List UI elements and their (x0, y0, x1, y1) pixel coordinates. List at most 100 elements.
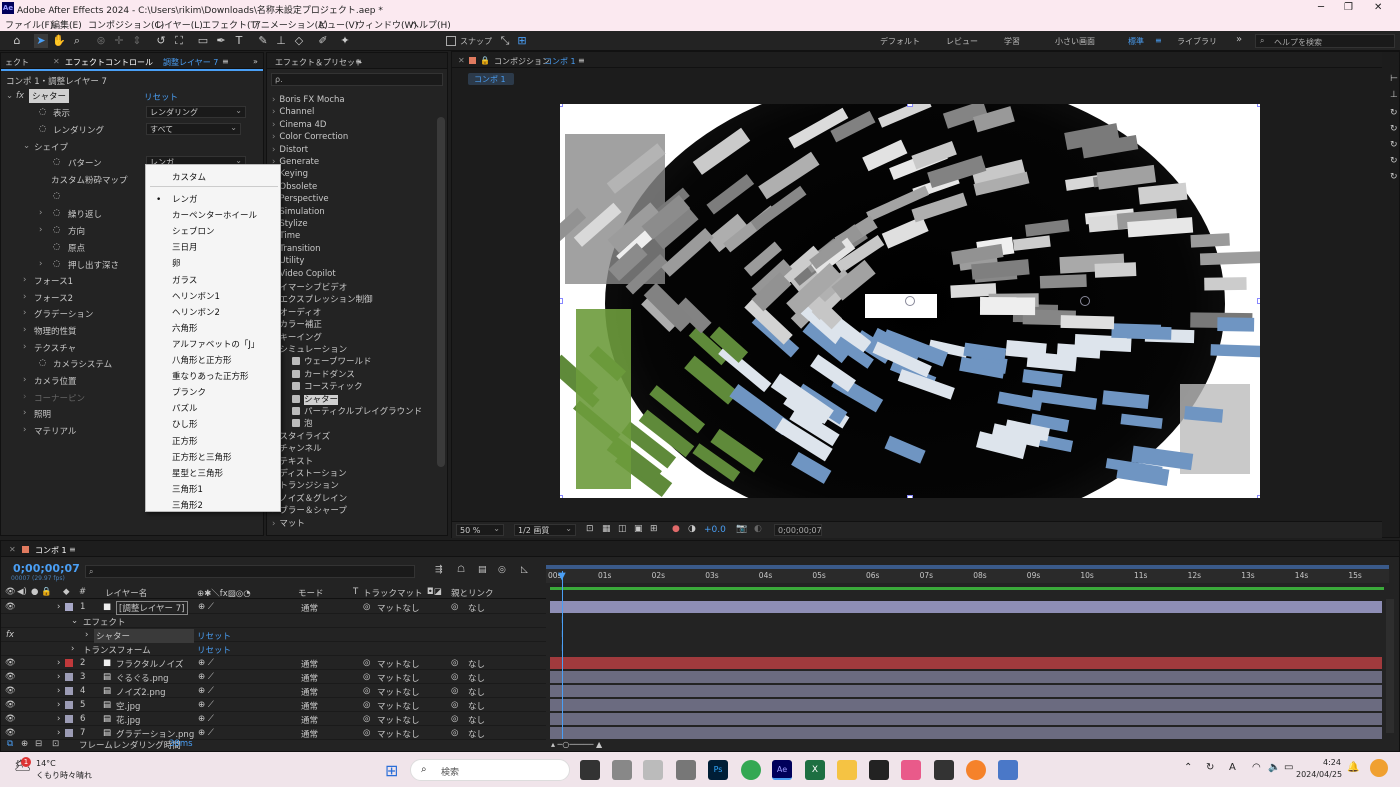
parent-dropdown[interactable]: なし (468, 714, 485, 726)
panel-menu-icon[interactable]: ≡ (222, 57, 229, 66)
effect-shatter-row[interactable]: fx › シャター リセット (1, 628, 546, 643)
track-matte-dropdown[interactable]: マットなし (377, 672, 420, 684)
expand-arrow-icon[interactable]: ⌄ (71, 616, 78, 626)
panel-menu-icon[interactable]: ≡ (578, 56, 585, 65)
mode-dropdown[interactable]: 通常 (301, 714, 318, 726)
layer-duration-bar[interactable] (550, 713, 1382, 725)
scrollbar[interactable] (437, 117, 445, 467)
visibility-eye-icon[interactable]: 👁 (5, 658, 16, 668)
menu-effect[interactable]: エフェクト(T) (202, 18, 260, 31)
sticky-notes-icon[interactable] (580, 760, 600, 780)
rectangle-tool-icon[interactable]: ▭ (196, 34, 210, 48)
pattern-option[interactable]: 六角形 (172, 322, 198, 334)
layer-label-color[interactable] (65, 701, 73, 709)
stopwatch-icon[interactable]: ◌ (53, 242, 60, 252)
rotate-icon[interactable]: ↻ (1390, 156, 1398, 166)
work-area-bar[interactable] (546, 565, 1389, 569)
tab-composition-label[interactable]: コンポジション (494, 56, 550, 67)
toggle-modes-icon[interactable]: ⊕ (21, 739, 28, 749)
parent-dropdown[interactable]: なし (468, 672, 485, 684)
expand-arrow-icon[interactable]: › (23, 375, 26, 385)
orbit-camera-icon[interactable]: ⊛ (94, 34, 108, 48)
tab-effect-truncated[interactable]: ェクト (5, 57, 29, 68)
effect-category[interactable]: ›ノイズ＆グレイン (272, 492, 347, 504)
effect-item[interactable]: カードダンス (292, 368, 355, 380)
menu-file[interactable]: ファイル(F) (5, 18, 53, 31)
expand-arrow-icon[interactable]: › (272, 95, 275, 105)
effect-category[interactable]: ›トランジション (272, 479, 339, 491)
group-shape[interactable]: ⌄ シェイプ (1, 138, 263, 154)
battery-icon[interactable]: ▭ (1284, 762, 1293, 773)
clock-app-icon[interactable] (612, 760, 632, 780)
resolution-dropdown[interactable]: 1/2 画質 (514, 523, 576, 536)
type-tool-icon[interactable]: T (232, 34, 246, 48)
stopwatch-icon[interactable]: ◌ (39, 124, 46, 134)
track-matte-dropdown[interactable]: マットなし (377, 602, 420, 614)
tab-effect-controls[interactable]: エフェクトコントロール (65, 57, 153, 68)
view-dropdown[interactable]: レンダリング (146, 105, 246, 118)
pattern-option[interactable]: 星型と三角形 (172, 467, 223, 479)
track-matte-icon[interactable]: ◎ (363, 714, 370, 724)
pattern-option[interactable]: シェブロン (172, 225, 215, 237)
visibility-eye-icon[interactable]: 👁 (5, 672, 16, 682)
effect-category[interactable]: ›シミュレーション (272, 343, 347, 355)
color-channel-icon[interactable]: ● (672, 524, 680, 534)
track-matte-dropdown[interactable]: マットなし (377, 714, 420, 726)
hand-tool-icon[interactable]: ✋ (52, 34, 66, 48)
workspace-menu-icon[interactable]: ≡ (1155, 36, 1162, 45)
frame-blending-icon[interactable]: ▤ (478, 565, 487, 575)
timeline-search-input[interactable]: ⌕ (85, 565, 415, 578)
effect-item[interactable]: シャター (292, 393, 339, 405)
brush-tool-icon[interactable]: ✎ (256, 34, 270, 48)
mode-dropdown[interactable]: 通常 (301, 602, 318, 614)
track-matte-icon[interactable]: ◎ (363, 686, 370, 696)
expand-arrow-icon[interactable]: › (57, 686, 60, 696)
expand-arrow-icon[interactable]: › (85, 630, 88, 640)
mode-dropdown[interactable]: 通常 (301, 672, 318, 684)
composition-viewer[interactable] (560, 104, 1260, 498)
expand-arrow-icon[interactable]: › (23, 325, 26, 335)
table-row[interactable]: 👁 › 3 ▤ ぐるぐる.png ⊕ ⟋ 通常 ◎ マットなし ◎ なし (1, 670, 546, 684)
snap-checkbox[interactable] (446, 36, 456, 46)
expand-arrow-icon[interactable]: › (23, 342, 26, 352)
handle-bc[interactable] (907, 495, 913, 498)
expand-arrow-icon[interactable]: › (57, 714, 60, 724)
layer-label-color[interactable] (65, 659, 73, 667)
menu-help[interactable]: ヘルプ(H) (410, 18, 451, 31)
handle-ml[interactable] (560, 298, 563, 304)
parent-pickwhip-icon[interactable]: ◎ (451, 714, 458, 724)
effect-item[interactable]: ウェーブワールド (292, 355, 372, 367)
playhead-icon[interactable]: ▼ (558, 571, 566, 582)
effect-category[interactable]: › マット (272, 517, 305, 529)
visibility-eye-icon[interactable]: 👁 (5, 714, 16, 724)
workspace-review[interactable]: レビュー (946, 36, 978, 47)
layer-label-color[interactable] (65, 673, 73, 681)
pattern-option[interactable]: ヘリンボン2 (172, 306, 220, 318)
layer-name[interactable]: [調整レイヤー 7] (116, 601, 188, 615)
close-icon[interactable]: ✕ (1374, 2, 1382, 13)
track-matte-icon[interactable]: ◎ (363, 700, 370, 710)
excel-icon[interactable]: X (805, 760, 825, 780)
dolly-camera-icon[interactable]: ⇕ (130, 34, 144, 48)
stopwatch-icon[interactable]: ◌ (53, 191, 60, 201)
time-ruler[interactable]: 00s 01s 02s 03s 04s 05s 06s 07s 08s 09s 10s 11s 12s 1… (546, 565, 1389, 583)
tab-timeline-comp[interactable]: コンポ 1 (35, 545, 67, 556)
switches-icon[interactable]: ⊕ ⟋ (198, 658, 214, 668)
track-matte-icon[interactable]: ◎ (363, 602, 370, 612)
cube-app-icon[interactable] (676, 760, 696, 780)
expand-arrow-icon[interactable]: › (272, 107, 275, 117)
taskbar-search[interactable]: ⌕ 検索 (410, 759, 570, 781)
pattern-option[interactable]: カーペンターホイール (172, 209, 257, 221)
menu-animation[interactable]: アニメーション(A) (252, 18, 328, 31)
sync-icon[interactable]: ↻ (1206, 762, 1214, 773)
expand-arrow-icon[interactable]: › (39, 225, 42, 235)
motion-blur-icon[interactable]: ◎ (498, 565, 506, 575)
stopwatch-icon[interactable]: ◌ (53, 157, 60, 167)
pattern-option[interactable]: パズル (172, 402, 198, 414)
char-icon[interactable]: ⊥ (1390, 90, 1398, 100)
eraser-tool-icon[interactable]: ◇ (292, 34, 306, 48)
menu-edit[interactable]: 編集(E) (51, 18, 82, 31)
pattern-option[interactable]: 三日月 (172, 241, 198, 253)
pattern-option[interactable]: レンガ (172, 193, 198, 205)
expand-arrow-icon[interactable]: › (71, 644, 74, 654)
